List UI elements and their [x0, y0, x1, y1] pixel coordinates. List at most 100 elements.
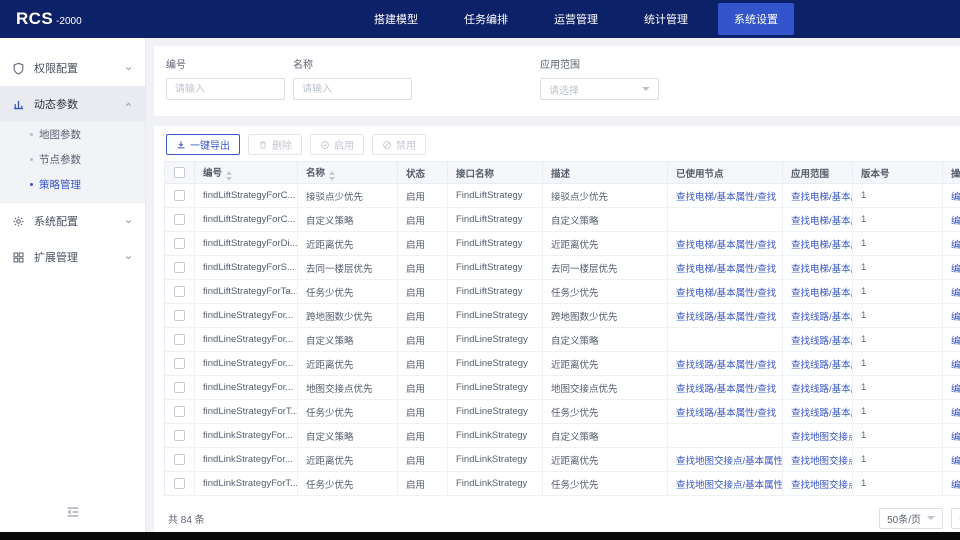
cell-used-nodes-link[interactable]: 查找线路/基本属性/查找	[668, 352, 783, 376]
cell-name: 接驳点少优先	[298, 184, 398, 208]
cell-used-nodes-link[interactable]: 查找电梯/基本属性/查找	[668, 280, 783, 304]
dynamic-params-icon	[12, 97, 26, 111]
cell-scope-link[interactable]: 查找线路/基本属性/查找	[783, 328, 853, 352]
cell-scope-link[interactable]: 查找地图交接点/基本属性	[783, 424, 853, 448]
cell-used-nodes-link[interactable]: 查找线路/基本属性/查找	[668, 376, 783, 400]
delete-button[interactable]: 删除	[248, 134, 302, 155]
sidebar-item-node-params[interactable]: 节点参数	[0, 147, 145, 172]
page-size-select[interactable]: 50条/页	[879, 508, 943, 529]
edit-link[interactable]: 编辑	[943, 304, 960, 328]
sidebar-item-permission-config[interactable]: 权限配置	[0, 50, 145, 86]
sidebar-item-strategy-management[interactable]: 策略管理	[0, 172, 145, 197]
select-all-checkbox[interactable]	[174, 167, 185, 178]
nav-item-operation-management[interactable]: 运营管理	[538, 3, 614, 35]
cell-scope-link[interactable]: 查找线路/基本属性/查找	[783, 400, 853, 424]
column-header-id[interactable]: 编号	[195, 162, 298, 184]
edit-link[interactable]: 编辑	[943, 400, 960, 424]
edit-link[interactable]: 编辑	[943, 352, 960, 376]
row-checkbox[interactable]	[174, 238, 185, 249]
cell-used-nodes-link[interactable]: 查找电梯/基本属性/查找	[668, 184, 783, 208]
edit-link[interactable]: 编辑	[943, 328, 960, 352]
cell-interface: FindLinkStrategy	[448, 448, 543, 472]
cell-scope-link[interactable]: 查找电梯/基本属性/查找	[783, 232, 853, 256]
enable-button[interactable]: 启用	[310, 134, 364, 155]
cell-used-nodes-link[interactable]: 查找电梯/基本属性/查找	[668, 232, 783, 256]
sidebar-item-extension-management[interactable]: 扩展管理	[0, 239, 145, 275]
row-checkbox[interactable]	[174, 454, 185, 465]
edit-link[interactable]: 编辑	[943, 256, 960, 280]
sort-icon[interactable]	[226, 171, 232, 181]
row-checkbox[interactable]	[174, 214, 185, 225]
edit-link[interactable]: 编辑	[943, 376, 960, 400]
cell-status: 启用	[398, 472, 448, 496]
cell-scope-link[interactable]: 查找地图交接点/基本属性	[783, 472, 853, 496]
disable-button[interactable]: 禁用	[372, 134, 426, 155]
cell-used-nodes-link[interactable]: 查找线路/基本属性/查找	[668, 400, 783, 424]
cell-status: 启用	[398, 424, 448, 448]
cell-id: findLineStrategyFor...	[195, 328, 298, 352]
column-header-name[interactable]: 名称	[298, 162, 398, 184]
cell-used-nodes-link[interactable]	[668, 424, 783, 448]
export-button[interactable]: 一键导出	[166, 134, 240, 155]
sidebar-item-system-config[interactable]: 系统配置	[0, 203, 145, 239]
row-checkbox[interactable]	[174, 430, 185, 441]
chevron-down-icon	[124, 217, 133, 226]
edit-link[interactable]: 编辑	[943, 184, 960, 208]
row-checkbox[interactable]	[174, 286, 185, 297]
filter-name-input[interactable]	[293, 78, 412, 100]
cell-used-nodes-link[interactable]: 查找地图交接点/基本属性	[668, 472, 783, 496]
row-checkbox[interactable]	[174, 382, 185, 393]
row-checkbox[interactable]	[174, 406, 185, 417]
cell-scope-link[interactable]: 查找地图交接点/基本属性	[783, 448, 853, 472]
edit-link[interactable]: 编辑	[943, 280, 960, 304]
cell-scope-link[interactable]: 查找线路/基本属性/查找	[783, 304, 853, 328]
edit-link[interactable]: 编辑	[943, 232, 960, 256]
cell-scope-link[interactable]: 查找线路/基本属性/查找	[783, 376, 853, 400]
cell-name: 任务少优先	[298, 280, 398, 304]
sidebar-item-map-params[interactable]: 地图参数	[0, 122, 145, 147]
collapse-sidebar-icon[interactable]	[66, 505, 80, 524]
sidebar-item-dynamic-params[interactable]: 动态参数	[0, 86, 145, 122]
row-checkbox[interactable]	[174, 478, 185, 489]
cell-name: 去同一楼层优先	[298, 256, 398, 280]
cell-used-nodes-link[interactable]	[668, 208, 783, 232]
prev-page-button[interactable]	[951, 508, 960, 529]
cell-scope-link[interactable]: 查找电梯/基本属性/查找	[783, 256, 853, 280]
cell-used-nodes-link[interactable]	[668, 328, 783, 352]
table-row: findLineStrategyForT... 任务少优先 启用 FindLin…	[165, 400, 960, 424]
cell-scope-link[interactable]: 查找电梯/基本属性/查找	[783, 208, 853, 232]
edit-link[interactable]: 编辑	[943, 424, 960, 448]
cell-name: 任务少优先	[298, 400, 398, 424]
cell-used-nodes-link[interactable]: 查找线路/基本属性/查找	[668, 304, 783, 328]
cell-used-nodes-link[interactable]: 查找电梯/基本属性/查找	[668, 256, 783, 280]
export-button-label: 一键导出	[190, 137, 230, 152]
main-content: 编号 名称 应用范围 请选择 一键导出	[146, 38, 960, 532]
cell-description: 接驳点少优先	[543, 184, 668, 208]
cell-interface: FindLineStrategy	[448, 328, 543, 352]
sort-icon[interactable]	[329, 171, 335, 181]
nav-item-task-orchestration[interactable]: 任务编排	[448, 3, 524, 35]
logo-primary: RCS	[16, 9, 53, 29]
edit-link[interactable]: 编辑	[943, 472, 960, 496]
edit-link[interactable]: 编辑	[943, 208, 960, 232]
row-checkbox[interactable]	[174, 358, 185, 369]
row-checkbox[interactable]	[174, 190, 185, 201]
cell-status: 启用	[398, 208, 448, 232]
edit-link[interactable]: 编辑	[943, 448, 960, 472]
cell-used-nodes-link[interactable]: 查找地图交接点/基本属性	[668, 448, 783, 472]
cell-scope-link[interactable]: 查找电梯/基本属性/查找	[783, 280, 853, 304]
cell-version: 1	[853, 304, 943, 328]
cell-description: 任务少优先	[543, 280, 668, 304]
filter-id-input[interactable]	[166, 78, 285, 100]
column-header-actions: 操作	[943, 162, 960, 184]
nav-item-statistics-management[interactable]: 统计管理	[628, 3, 704, 35]
filter-scope-select[interactable]: 请选择	[540, 78, 659, 100]
table-row: findLinkStrategyFor... 自定义策略 启用 FindLink…	[165, 424, 960, 448]
row-checkbox[interactable]	[174, 262, 185, 273]
cell-scope-link[interactable]: 查找线路/基本属性/查找	[783, 352, 853, 376]
row-checkbox[interactable]	[174, 334, 185, 345]
nav-item-system-settings[interactable]: 系统设置	[718, 3, 794, 35]
row-checkbox[interactable]	[174, 310, 185, 321]
nav-item-build-model[interactable]: 搭建模型	[358, 3, 434, 35]
cell-scope-link[interactable]: 查找电梯/基本属性/查找	[783, 184, 853, 208]
